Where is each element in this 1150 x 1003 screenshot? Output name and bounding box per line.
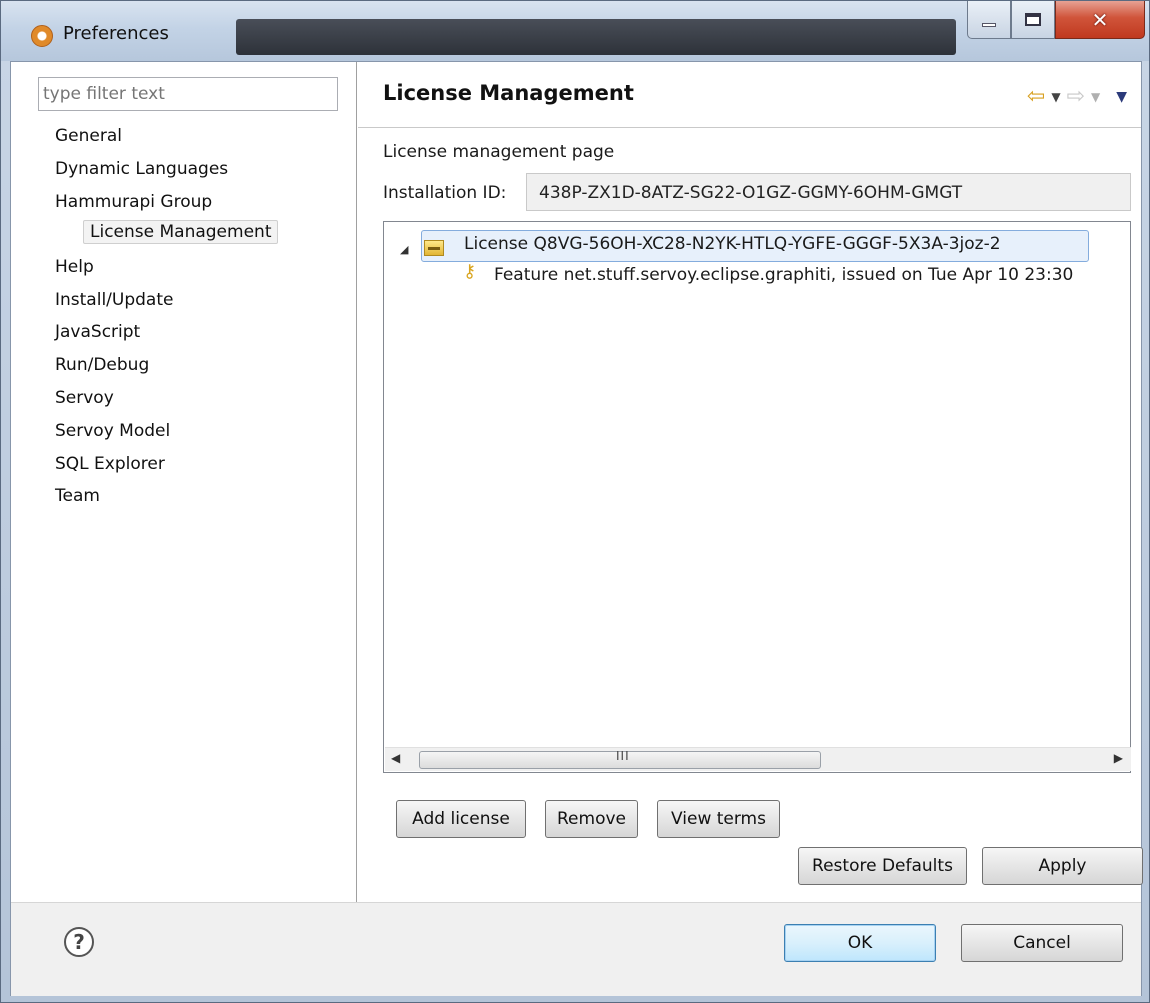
view-menu-icon[interactable]: ▼ [1116,89,1127,105]
back-history-dropdown-icon[interactable]: ▼ [1051,90,1060,104]
scroll-left-arrow-icon[interactable]: ◀ [391,751,400,765]
back-arrow-icon[interactable]: ⇦ [1027,84,1045,109]
dialog-footer: ? OK Cancel [11,902,1141,996]
license-icon [424,240,444,256]
horizontal-scrollbar[interactable]: ◀ III ▶ [385,747,1131,771]
maximize-button[interactable] [1011,1,1055,39]
tree-item-run-debug[interactable]: Run/Debug [55,355,149,375]
tree-item-javascript[interactable]: JavaScript [55,322,140,342]
minimize-icon [982,22,996,27]
minimize-button[interactable] [967,1,1011,39]
page-header: License Management ⇦ ▼ ⇨ ▼ ▼ [358,62,1141,128]
ok-button[interactable]: OK [784,924,936,962]
filter-input[interactable] [38,77,338,111]
feature-row[interactable]: Feature net.stuff.servoy.eclipse.graphit… [494,265,1130,285]
page-title: License Management [383,81,634,105]
title-bar[interactable]: Preferences ✕ [1,1,1149,61]
preference-tree-pane: General Dynamic Languages Hammurapi Grou… [11,62,357,902]
license-tree[interactable]: ◢ License Q8VG-56OH-XC28-N2YK-HTLQ-YGFE-… [383,221,1131,773]
scroll-right-arrow-icon[interactable]: ▶ [1114,751,1123,765]
close-icon: ✕ [1091,7,1109,32]
page-description: License management page [383,142,615,162]
tree-item-hammurapi-group[interactable]: Hammurapi Group [55,192,212,212]
preferences-window: Preferences ✕ General Dynamic Languages … [0,0,1150,1003]
tree-item-help[interactable]: Help [55,257,94,277]
expand-collapse-icon[interactable]: ◢ [400,243,408,256]
tree-item-dynamic-languages[interactable]: Dynamic Languages [55,159,228,179]
close-button[interactable]: ✕ [1055,1,1145,39]
tree-item-sql-explorer[interactable]: SQL Explorer [55,454,165,474]
window-title: Preferences [63,23,169,44]
title-bar-background [236,19,956,55]
maximize-icon [1025,13,1041,26]
preferences-icon [31,25,53,47]
tree-item-license-management[interactable]: License Management [83,220,279,244]
forward-arrow-icon[interactable]: ⇨ [1067,84,1085,109]
license-management-page: License management page Installation ID:… [358,129,1143,902]
installation-id-label: Installation ID: [383,183,507,203]
restore-defaults-button[interactable]: Restore Defaults [798,847,967,885]
cancel-button[interactable]: Cancel [961,924,1123,962]
tree-item-servoy-model[interactable]: Servoy Model [55,421,170,441]
key-icon: ⚷ [463,261,477,282]
forward-history-dropdown-icon[interactable]: ▼ [1091,90,1100,104]
installation-id-field[interactable]: 438P-ZX1D-8ATZ-SG22-O1GZ-GGMY-6OHM-GMGT [526,173,1131,211]
apply-button[interactable]: Apply [982,847,1143,885]
license-label: License Q8VG-56OH-XC28-N2YK-HTLQ-YGFE-GG… [464,234,1001,254]
tree-item-servoy[interactable]: Servoy [55,388,114,408]
page-navigation: ⇦ ▼ ⇨ ▼ ▼ [1027,84,1127,109]
dialog-client-area: General Dynamic Languages Hammurapi Grou… [10,61,1143,996]
help-icon[interactable]: ? [64,927,94,957]
view-terms-button[interactable]: View terms [657,800,780,838]
tree-item-general[interactable]: General [55,126,122,146]
scrollbar-grip: III [616,749,630,763]
tree-item-install-update[interactable]: Install/Update [55,290,173,310]
tree-item-team[interactable]: Team [55,486,100,506]
scrollbar-thumb[interactable]: III [419,749,821,769]
add-license-button[interactable]: Add license [396,800,526,838]
remove-button[interactable]: Remove [545,800,638,838]
